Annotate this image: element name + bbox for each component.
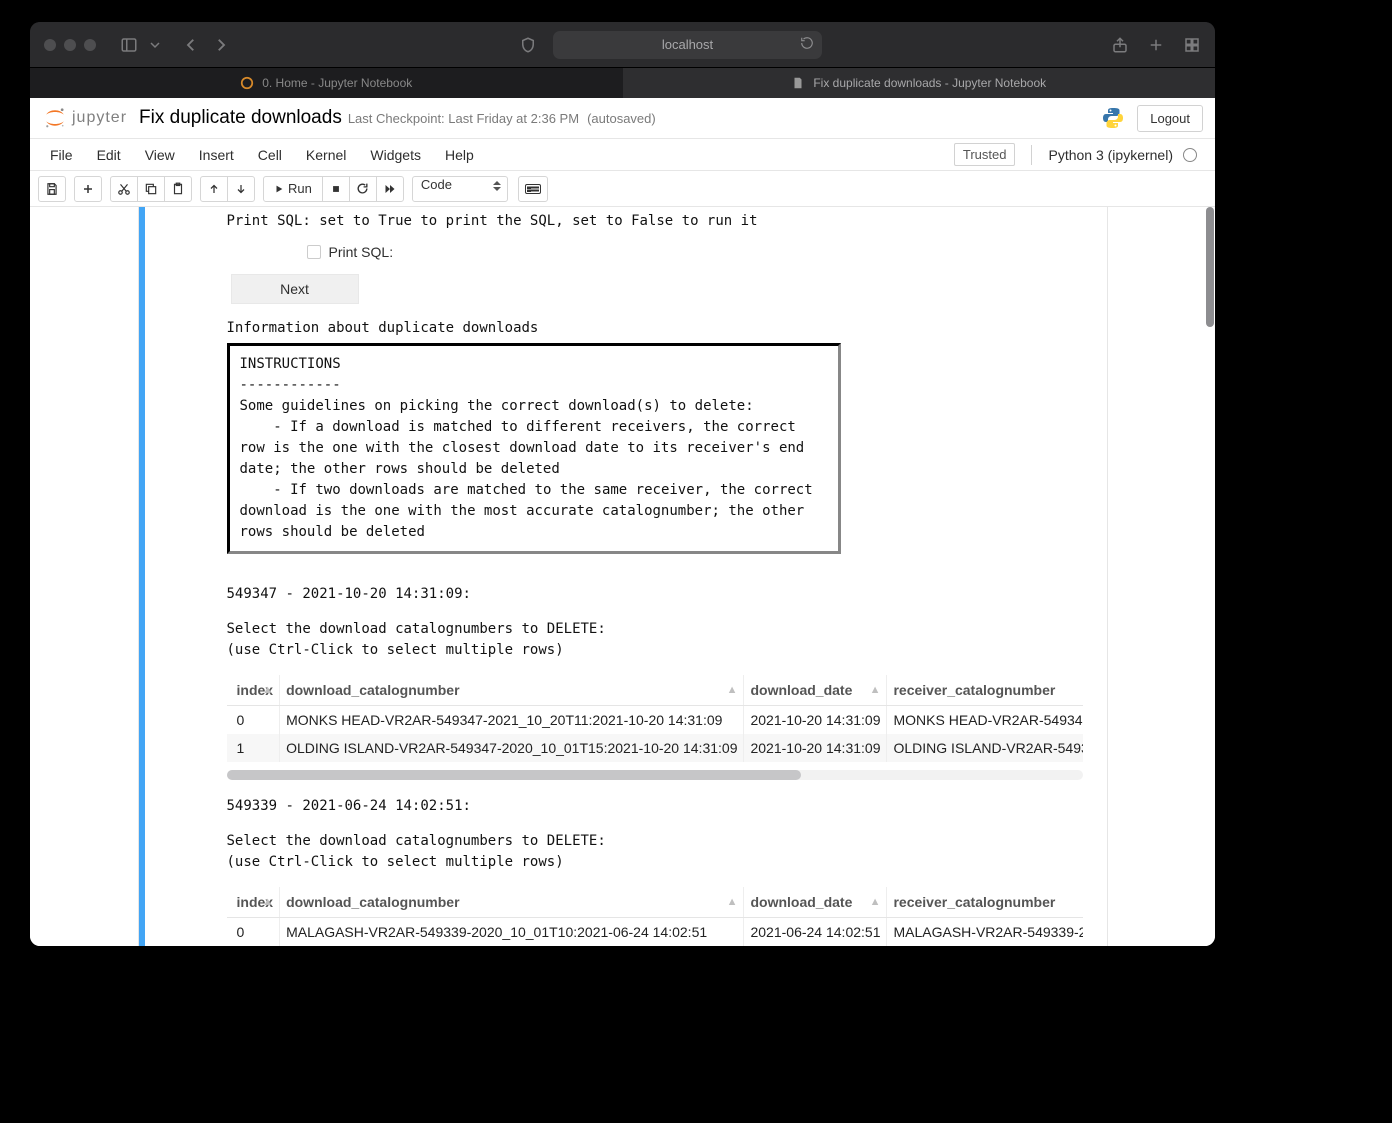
browser-tab-home[interactable]: 0. Home - Jupyter Notebook: [30, 68, 623, 98]
stop-button[interactable]: [322, 176, 350, 202]
checkpoint-text: Last Checkpoint: Last Friday at 2:36 PM: [348, 111, 579, 126]
info-header: Information about duplicate downloads: [227, 318, 1101, 339]
print-sql-checkbox[interactable]: [307, 245, 321, 259]
run-label: Run: [288, 181, 312, 196]
col-index[interactable]: index▲: [227, 675, 280, 706]
col-download-date[interactable]: download_date▲: [744, 887, 887, 918]
menu-widgets[interactable]: Widgets: [358, 143, 433, 167]
browser-window: localhost 0. Home - Jupyter Notebook: [30, 22, 1215, 946]
run-button[interactable]: Run: [263, 176, 323, 202]
browser-tab-notebook[interactable]: Fix duplicate downloads - Jupyter Notebo…: [623, 68, 1216, 98]
share-icon[interactable]: [1111, 36, 1129, 54]
menu-file[interactable]: File: [38, 143, 85, 167]
col-download-date[interactable]: download_date▲: [744, 675, 887, 706]
next-button[interactable]: Next: [231, 274, 359, 304]
data-table: index▲ download_catalognumber▲ download_…: [227, 887, 1083, 946]
command-palette-button[interactable]: [518, 176, 548, 202]
select-prompt: Select the download catalognumbers to DE…: [227, 619, 1101, 661]
browser-tab-label: Fix duplicate downloads - Jupyter Notebo…: [813, 76, 1046, 90]
horizontal-scrollbar[interactable]: [227, 770, 1083, 780]
cut-button[interactable]: [110, 176, 138, 202]
notebook-container: Print SQL: set to True to print the SQL,…: [138, 207, 1108, 946]
maximize-window-button[interactable]: [84, 39, 96, 51]
celltype-select[interactable]: Code: [412, 176, 508, 202]
next-button-label: Next: [280, 281, 309, 297]
new-tab-icon[interactable]: [1147, 36, 1165, 54]
window-controls: [44, 39, 96, 51]
kernel-name[interactable]: Python 3 (ipykernel): [1048, 147, 1173, 163]
trusted-indicator[interactable]: Trusted: [954, 143, 1016, 166]
jupyter-logo[interactable]: jupyter: [44, 107, 127, 129]
move-up-button[interactable]: [200, 176, 228, 202]
forward-button[interactable]: [212, 36, 230, 54]
instructions-box: INSTRUCTIONS ------------ Some guideline…: [227, 343, 841, 554]
add-cell-button[interactable]: [74, 176, 102, 202]
col-index[interactable]: index▲: [227, 887, 280, 918]
back-button[interactable]: [182, 36, 200, 54]
kernel-status-icon: [1183, 148, 1197, 162]
sidebar-toggle-icon[interactable]: [120, 36, 138, 54]
menu-edit[interactable]: Edit: [85, 143, 133, 167]
page-viewport: jupyter Fix duplicate downloads Last Che…: [30, 98, 1215, 946]
data-table-wrap: index▲ download_catalognumber▲ download_…: [227, 887, 1083, 946]
url-text: localhost: [662, 37, 713, 52]
col-receiver-catalognumber[interactable]: receiver_catalognumber: [887, 675, 1083, 706]
notebook-title[interactable]: Fix duplicate downloads: [139, 107, 342, 129]
table-row[interactable]: 0 MONKS HEAD-VR2AR-549347-2021_10_20T11:…: [227, 706, 1083, 735]
print-sql-desc: Print SQL: set to True to print the SQL,…: [227, 211, 1101, 232]
restart-run-all-button[interactable]: [376, 176, 404, 202]
cell-output: Print SQL: set to True to print the SQL,…: [139, 207, 1107, 946]
col-download-catalognumber[interactable]: download_catalognumber▲: [280, 675, 744, 706]
tab-overview-icon[interactable]: [1183, 36, 1201, 54]
print-sql-label: Print SQL:: [329, 244, 394, 260]
menu-insert[interactable]: Insert: [187, 143, 246, 167]
reload-icon[interactable]: [800, 36, 814, 53]
save-button[interactable]: [38, 176, 66, 202]
chevron-down-icon[interactable]: [150, 40, 160, 50]
notebook-body: Print SQL: set to True to print the SQL,…: [30, 207, 1215, 946]
logout-button[interactable]: Logout: [1137, 105, 1203, 132]
copy-button[interactable]: [137, 176, 165, 202]
group-header: 549347 - 2021-10-20 14:31:09:: [227, 584, 1101, 605]
restart-button[interactable]: [349, 176, 377, 202]
browser-tab-label: 0. Home - Jupyter Notebook: [262, 76, 412, 90]
browser-tabstrip: 0. Home - Jupyter Notebook Fix duplicate…: [30, 68, 1215, 98]
url-bar[interactable]: localhost: [553, 31, 822, 59]
menu-cell[interactable]: Cell: [246, 143, 294, 167]
select-prompt: Select the download catalognumbers to DE…: [227, 831, 1101, 873]
data-table-wrap: index▲ download_catalognumber▲ download_…: [227, 675, 1083, 762]
jupyter-logo-text: jupyter: [72, 109, 127, 127]
group-header: 549339 - 2021-06-24 14:02:51:: [227, 796, 1101, 817]
menubar: File Edit View Insert Cell Kernel Widget…: [30, 139, 1215, 171]
menu-help[interactable]: Help: [433, 143, 486, 167]
notebook-header: jupyter Fix duplicate downloads Last Che…: [30, 98, 1215, 139]
python-icon: [1101, 106, 1125, 130]
menu-kernel[interactable]: Kernel: [294, 143, 358, 167]
titlebar: localhost: [30, 22, 1215, 68]
table-row[interactable]: 1 OLDING ISLAND-VR2AR-549347-2020_10_01T…: [227, 734, 1083, 762]
privacy-shield-icon[interactable]: [519, 36, 537, 54]
celltype-value: Code: [421, 177, 452, 192]
scrollbar-thumb[interactable]: [227, 770, 801, 780]
toolbar: Run Code: [30, 171, 1215, 207]
vertical-scrollbar-thumb[interactable]: [1206, 207, 1214, 327]
paste-button[interactable]: [164, 176, 192, 202]
menu-view[interactable]: View: [133, 143, 187, 167]
close-window-button[interactable]: [44, 39, 56, 51]
instructions-text: INSTRUCTIONS ------------ Some guideline…: [240, 354, 828, 543]
table-row[interactable]: 0 MALAGASH-VR2AR-549339-2020_10_01T10:20…: [227, 918, 1083, 947]
move-down-button[interactable]: [227, 176, 255, 202]
col-receiver-catalognumber[interactable]: receiver_catalognumber: [887, 887, 1083, 918]
data-table: index▲ download_catalognumber▲ download_…: [227, 675, 1083, 762]
minimize-window-button[interactable]: [64, 39, 76, 51]
col-download-catalognumber[interactable]: download_catalognumber▲: [280, 887, 744, 918]
autosaved-text: (autosaved): [587, 111, 656, 126]
